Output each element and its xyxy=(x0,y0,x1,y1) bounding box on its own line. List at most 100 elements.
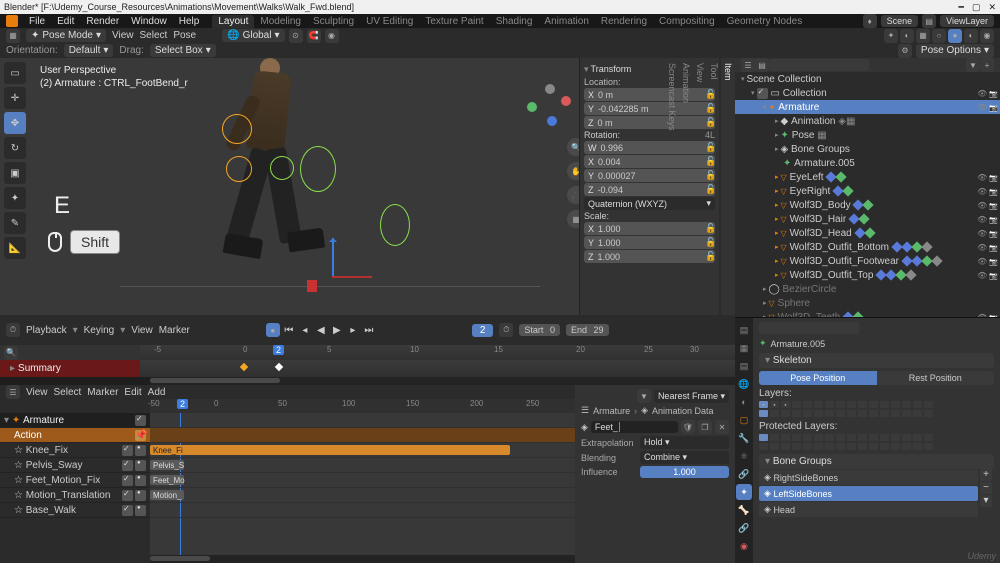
prop-tab-modifier[interactable]: 🔧 xyxy=(736,430,752,446)
prop-tab-bone-constraint[interactable]: 🔗 xyxy=(736,520,752,536)
filter-icon[interactable]: ▼ xyxy=(637,389,651,403)
nla-track[interactable]: ☆ Base_Walk xyxy=(0,503,150,518)
scene-icon[interactable]: ♦ xyxy=(863,14,877,28)
outliner-item-animation[interactable]: ◆ Animation ◈▦ xyxy=(735,114,1000,128)
properties-search-input[interactable] xyxy=(759,322,859,334)
nla-track[interactable]: ☆ Knee_Fix xyxy=(0,443,150,458)
workspace-tab-sculpting[interactable]: Sculpting xyxy=(307,15,360,28)
workspace-tab-shading[interactable]: Shading xyxy=(490,15,539,28)
workspace-tab-texpaint[interactable]: Texture Paint xyxy=(419,15,489,28)
bone-group-item[interactable]: ◈ Head xyxy=(759,502,978,517)
keyframe-prev-icon[interactable]: ◂ xyxy=(298,323,312,337)
editor-type-icon[interactable]: ▦ xyxy=(6,29,20,43)
nla-track[interactable]: ☆ Motion_Translation xyxy=(0,488,150,503)
fake-user-icon[interactable]: 🛡 xyxy=(681,420,695,434)
new-collection-icon[interactable]: + xyxy=(980,58,994,72)
gizmo-toggle-icon[interactable]: ✦ xyxy=(884,29,898,43)
bone-group-remove-button[interactable]: − xyxy=(980,482,992,494)
x-axis-arrow-icon[interactable] xyxy=(332,276,372,278)
nla-strip[interactable]: Pelvis_S xyxy=(150,460,184,470)
overlay-toggle-icon[interactable]: ◐ xyxy=(900,29,914,43)
nla-strip[interactable]: Knee_Fi xyxy=(150,445,510,455)
gizmo-z-icon[interactable] xyxy=(547,116,557,126)
outliner-editor-icon[interactable]: ☰ xyxy=(741,58,755,72)
nla-select[interactable]: Select xyxy=(54,387,82,398)
autokey-icon[interactable]: ● xyxy=(266,323,280,337)
protected-layers-grid[interactable] xyxy=(759,434,994,441)
outliner-search-input[interactable] xyxy=(769,59,869,71)
display-mode-icon[interactable]: ▤ xyxy=(755,58,769,72)
drag-setting[interactable]: Select Box▾ xyxy=(150,44,216,57)
outliner-item-collapsed[interactable]: ▽Wolf3D_Teeth xyxy=(735,310,1000,318)
menu-render[interactable]: Render xyxy=(81,16,124,27)
cursor-tool-icon[interactable]: ✛ xyxy=(4,87,26,109)
viewlayer-selector[interactable]: ViewLayer xyxy=(940,15,994,27)
properties-breadcrumb[interactable]: Armature.005 xyxy=(771,339,826,349)
bone-groups-panel-header[interactable]: Bone Groups xyxy=(759,454,994,469)
minimize-button[interactable]: ━ xyxy=(959,2,964,13)
prop-tab-constraint[interactable]: 🔗 xyxy=(736,466,752,482)
nla-add[interactable]: Add xyxy=(148,387,166,398)
gizmo-x-icon[interactable] xyxy=(561,96,571,106)
keyframe-icon[interactable] xyxy=(275,363,283,371)
outliner-item-collapsed[interactable]: ▽Sphere xyxy=(735,296,1000,310)
outliner-armature[interactable]: ✦Armature xyxy=(735,100,1000,114)
scene-selector[interactable]: Scene xyxy=(881,15,919,27)
pose-position-button[interactable]: Pose Position xyxy=(759,371,877,385)
nla-edit[interactable]: Edit xyxy=(124,387,141,398)
move-tool-icon[interactable]: ✥ xyxy=(4,112,26,134)
protected-layers-grid[interactable] xyxy=(759,443,994,450)
n-tab-animation[interactable]: Animation xyxy=(679,58,693,315)
nla-editor-icon[interactable]: ☰ xyxy=(6,385,20,399)
control-ring-icon[interactable] xyxy=(270,156,294,180)
summary-label[interactable]: Summary xyxy=(18,363,61,374)
snap-icon[interactable]: 🧲 xyxy=(307,29,321,43)
outliner-mesh-item[interactable]: ▽Wolf3D_Outfit_Bottom xyxy=(735,240,1000,254)
prop-tab-object[interactable]: ▢ xyxy=(736,412,752,428)
play-reverse-icon[interactable]: ◀ xyxy=(314,323,328,337)
nla-ruler[interactable]: -50 2 0 50 100 150 200 250 xyxy=(150,399,575,413)
header-view[interactable]: View xyxy=(112,30,134,41)
xray-toggle-icon[interactable]: ▦ xyxy=(916,29,930,43)
nla-track[interactable]: ☆ Pelvis_Sway xyxy=(0,458,150,473)
control-handle[interactable] xyxy=(307,280,317,292)
bone-group-menu-button[interactable]: ▾ xyxy=(980,495,992,507)
prop-tab-viewlayer[interactable]: ▤ xyxy=(736,358,752,374)
timeline-view[interactable]: View xyxy=(131,325,153,336)
header-pose[interactable]: Pose xyxy=(173,30,196,41)
nla-scrollbar[interactable] xyxy=(150,555,575,563)
nla-track-area[interactable]: Knee_Fi Pelvis_S Feet_Mo Motion_ xyxy=(150,413,575,555)
n-tab-screencast[interactable]: Screencast Keys xyxy=(665,58,679,315)
outliner-item-armdata[interactable]: ✦ Armature.005 xyxy=(735,156,1000,170)
jump-start-icon[interactable]: ⏮ xyxy=(282,323,296,337)
jump-end-icon[interactable]: ⏭ xyxy=(362,323,376,337)
shading-solid-icon[interactable]: ● xyxy=(948,29,962,43)
armature-layers-grid[interactable] xyxy=(759,410,994,417)
prop-tab-output[interactable]: ▦ xyxy=(736,340,752,356)
n-tab-view[interactable]: View xyxy=(693,58,707,315)
z-axis-arrow-icon[interactable] xyxy=(332,238,334,278)
snap-selector[interactable]: Nearest Frame ▾ xyxy=(654,390,729,403)
prop-tab-render[interactable]: ▤ xyxy=(736,322,752,338)
prop-tab-material[interactable]: ◉ xyxy=(736,538,752,554)
measure-tool-icon[interactable]: 📐 xyxy=(4,237,26,259)
transform-orientation[interactable]: 🌐 Global▾ xyxy=(222,29,284,42)
influence-slider[interactable]: 1.000 xyxy=(640,466,729,478)
prop-tab-world[interactable]: ◐ xyxy=(736,394,752,410)
bone-group-add-button[interactable]: + xyxy=(980,469,992,481)
prop-tab-bone[interactable]: 🦴 xyxy=(736,502,752,518)
timeline-editor-icon[interactable]: ⏱ xyxy=(6,323,20,337)
action-name-input[interactable]: Feet_ xyxy=(591,421,678,433)
nla-channel-armature[interactable]: ▾ ✦ Armature xyxy=(0,413,150,428)
nla-marker[interactable]: Marker xyxy=(87,387,118,398)
skeleton-panel-header[interactable]: Skeleton xyxy=(759,353,994,368)
workspace-tab-compositing[interactable]: Compositing xyxy=(653,15,721,28)
rest-position-button[interactable]: Rest Position xyxy=(877,371,995,385)
n-tab-item[interactable]: Item xyxy=(721,58,735,315)
extrapolation-select[interactable]: Hold ▾ xyxy=(640,436,729,449)
timeline-keying[interactable]: Keying xyxy=(84,325,115,336)
summary-track[interactable] xyxy=(140,360,735,377)
nav-gizmo[interactable] xyxy=(527,80,575,128)
nla-strip[interactable]: Feet_Mo xyxy=(150,475,184,485)
shading-wire-icon[interactable]: ○ xyxy=(932,29,946,43)
